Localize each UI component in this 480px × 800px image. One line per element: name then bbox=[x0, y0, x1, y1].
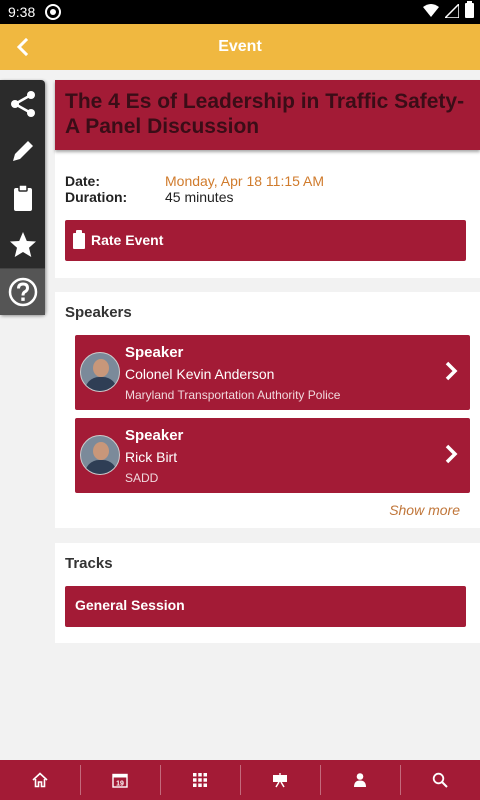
speaker-name: Colonel Kevin Anderson bbox=[125, 366, 275, 382]
track-item[interactable]: General Session bbox=[65, 586, 466, 627]
pencil-icon bbox=[12, 140, 33, 161]
date-value[interactable]: Monday, Apr 18 11:15 AM bbox=[165, 173, 324, 189]
nav-calendar[interactable]: 19 bbox=[80, 760, 160, 800]
chevron-right-icon bbox=[444, 360, 458, 387]
side-toolbar bbox=[0, 80, 45, 315]
favorite-button[interactable] bbox=[0, 221, 45, 268]
tracks-card: Tracks General Session bbox=[55, 543, 480, 643]
nav-schedule-grid[interactable] bbox=[160, 760, 240, 800]
app-bar: Event bbox=[0, 24, 480, 70]
tracks-heading: Tracks bbox=[65, 555, 113, 572]
speakers-card: Speakers Speaker Colonel Kevin Anderson … bbox=[55, 292, 480, 528]
event-meta: Date: Monday, Apr 18 11:15 AM Duration: … bbox=[65, 173, 324, 205]
star-icon bbox=[9, 231, 36, 257]
rate-event-label: Rate Event bbox=[91, 232, 164, 248]
nav-search[interactable] bbox=[400, 760, 480, 800]
avatar bbox=[80, 352, 120, 392]
home-icon bbox=[32, 772, 48, 788]
nav-sessions[interactable] bbox=[240, 760, 320, 800]
share-button[interactable] bbox=[0, 80, 45, 127]
wifi-icon bbox=[423, 3, 439, 17]
event-details-card: The 4 Es of Leadership in Traffic Safety… bbox=[55, 80, 480, 278]
status-time: 9:38 bbox=[8, 4, 36, 20]
duration-label: Duration: bbox=[65, 189, 128, 205]
survey-button[interactable] bbox=[0, 174, 45, 221]
clipboard-icon bbox=[13, 183, 32, 211]
status-icons bbox=[423, 1, 474, 18]
notes-button[interactable] bbox=[0, 127, 45, 174]
rate-event-button[interactable]: Rate Event bbox=[65, 220, 466, 261]
chevron-right-icon bbox=[444, 443, 458, 470]
speaker-item[interactable]: Speaker Rick Birt SADD bbox=[75, 418, 470, 493]
event-title: The 4 Es of Leadership in Traffic Safety… bbox=[65, 90, 465, 138]
nav-home[interactable] bbox=[0, 760, 80, 800]
page-title: Event bbox=[218, 38, 262, 55]
share-icon bbox=[10, 90, 35, 117]
avatar bbox=[80, 435, 120, 475]
presentation-icon bbox=[273, 773, 287, 788]
battery-icon bbox=[465, 1, 474, 18]
date-row: Date: Monday, Apr 18 11:15 AM bbox=[65, 173, 324, 189]
event-title-banner: The 4 Es of Leadership in Traffic Safety… bbox=[55, 80, 480, 150]
search-icon bbox=[432, 772, 448, 788]
speaker-role: Speaker bbox=[125, 344, 184, 361]
date-label: Date: bbox=[65, 173, 101, 189]
speakers-heading: Speakers bbox=[65, 304, 132, 321]
speaker-organization: SADD bbox=[125, 471, 159, 485]
sync-icon bbox=[45, 4, 61, 20]
help-button[interactable] bbox=[0, 268, 45, 315]
clipboard-icon bbox=[73, 230, 85, 249]
help-icon bbox=[8, 277, 37, 307]
signal-icon bbox=[445, 3, 459, 18]
duration-row: Duration: 45 minutes bbox=[65, 189, 324, 205]
speaker-item[interactable]: Speaker Colonel Kevin Anderson Maryland … bbox=[75, 335, 470, 410]
person-icon bbox=[354, 773, 366, 787]
show-more-link[interactable]: Show more bbox=[389, 502, 460, 518]
status-bar: 9:38 bbox=[0, 0, 480, 24]
speaker-organization: Maryland Transportation Authority Police bbox=[125, 388, 341, 402]
duration-value: 45 minutes bbox=[165, 189, 234, 205]
speaker-name: Rick Birt bbox=[125, 449, 178, 465]
nav-speakers[interactable] bbox=[320, 760, 400, 800]
speaker-role: Speaker bbox=[125, 427, 184, 444]
bottom-navigation: 19 bbox=[0, 760, 480, 800]
calendar-icon: 19 bbox=[112, 773, 128, 788]
calendar-day: 19 bbox=[116, 781, 124, 788]
grid-icon bbox=[193, 773, 207, 787]
